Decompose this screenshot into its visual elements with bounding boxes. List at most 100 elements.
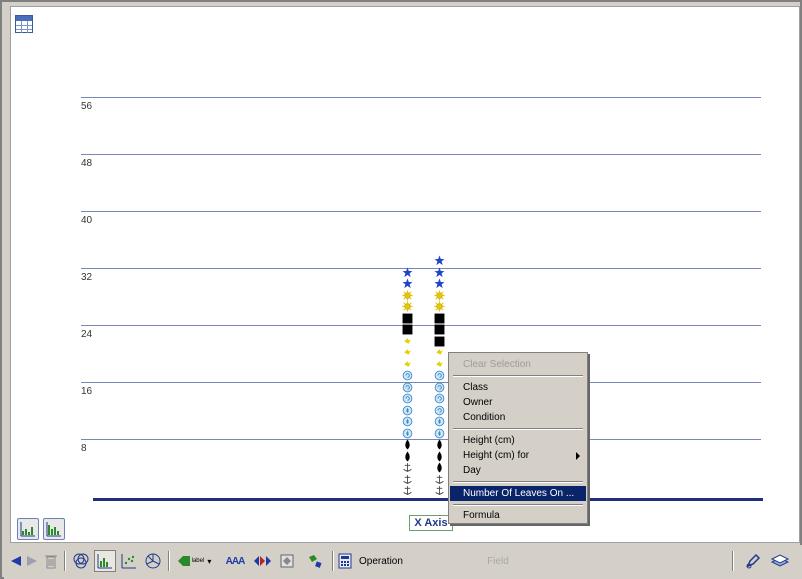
y-tick-label: 32 [81,272,93,283]
anchor-marker[interactable] [402,485,413,496]
grid-line [81,97,761,98]
arrow-right-icon [27,556,37,566]
menu-item-clear-selection[interactable]: Clear Selection [450,357,586,372]
spark-marker[interactable] [402,336,413,347]
menu-separator [453,481,583,483]
pie-button[interactable] [142,550,164,572]
anchor-marker[interactable] [434,485,445,496]
shape-icon [280,554,294,568]
drop-marker[interactable] [402,451,413,462]
dot-plot: 56 48 40 32 24 16 8 [11,7,801,544]
spark-marker[interactable] [434,359,445,370]
swirl-marker[interactable] [402,382,413,393]
grid-line [81,439,761,440]
spark-marker[interactable] [434,347,445,358]
menu-item-owner[interactable]: Owner [450,395,586,410]
operation-button[interactable]: Operation [338,550,428,572]
grid-line [81,382,761,383]
spark-marker[interactable] [402,347,413,358]
layers-button[interactable] [768,550,792,572]
menu-item-number-of-leaves[interactable]: Number Of Leaves On ... [450,486,586,501]
arrow-left-icon [11,556,21,566]
star-marker[interactable] [434,278,445,289]
bar-graph-icon [97,554,112,569]
drop-marker[interactable] [434,451,445,462]
bottom-toolbar: label ▾ AAA Operation Field [4,545,802,579]
y-tick-label: 16 [81,386,93,397]
y-tick-label: 56 [81,101,93,112]
sun-marker[interactable] [434,301,445,312]
waterdrop-marker[interactable] [434,416,445,427]
square-marker[interactable] [434,313,445,324]
edit-button[interactable] [742,550,764,572]
anchor-marker[interactable] [434,474,445,485]
label-button[interactable]: label ▾ [174,550,214,572]
bin-graph-button[interactable] [43,518,65,540]
waterdrop-marker[interactable] [402,416,413,427]
paint-icon [309,555,322,568]
square-marker[interactable] [434,324,445,335]
layers-icon [770,554,790,567]
menu-separator [453,504,583,506]
menu-item-day[interactable]: Day [450,463,586,478]
paint-button[interactable] [304,550,326,572]
sun-marker[interactable] [402,301,413,312]
text-size-button[interactable]: AAA [222,550,248,572]
swirl-marker[interactable] [434,382,445,393]
waterdrop-marker[interactable] [402,405,413,416]
submenu-arrow-icon [576,452,580,460]
swirl-marker[interactable] [402,370,413,381]
y-tick-label: 24 [81,329,93,340]
drop-marker[interactable] [434,462,445,473]
menu-item-label: Height (cm) for [463,450,530,461]
grid-line [81,268,761,269]
shape-button[interactable] [276,550,298,572]
text-size-icon: AAA [225,555,246,567]
grid-line [81,154,761,155]
trash-button[interactable] [42,550,60,572]
sun-marker[interactable] [434,289,445,301]
grid-line [81,325,761,326]
back-button[interactable] [8,550,24,572]
waterdrop-marker[interactable] [434,428,445,439]
x-axis-label[interactable]: X Axis [409,515,453,531]
pie-chart-icon [145,553,161,569]
anchor-marker[interactable] [402,462,413,473]
y-tick-label: 8 [81,443,87,454]
menu-item-formula[interactable]: Formula [450,508,586,523]
menu-separator [453,428,583,430]
square-marker[interactable] [434,336,445,347]
menu-item-class[interactable]: Class [450,380,586,395]
menu-item-height-for[interactable]: Height (cm) for [450,448,586,463]
venn-button[interactable] [70,550,92,572]
star-marker[interactable] [434,255,445,266]
menu-item-height[interactable]: Height (cm) [450,433,586,448]
spark-marker[interactable] [402,359,413,370]
swirl-marker[interactable] [402,393,413,404]
bar-graph-icon [20,522,35,537]
square-marker[interactable] [402,313,413,324]
swirl-marker[interactable] [434,370,445,381]
star-marker[interactable] [402,267,413,278]
drop-marker[interactable] [402,439,413,450]
color-button[interactable] [252,550,274,572]
plot-canvas[interactable]: 56 48 40 32 24 16 8 X Axis [10,6,800,543]
scatter-plot-icon [121,554,136,569]
sun-marker[interactable] [402,289,413,301]
star-marker[interactable] [434,267,445,278]
scatter-button[interactable] [118,550,140,572]
menu-item-condition[interactable]: Condition [450,410,586,425]
swirl-marker[interactable] [434,393,445,404]
star-marker[interactable] [402,278,413,289]
forward-button[interactable] [24,550,40,572]
toolbar-separator [332,551,334,571]
y-tick-label: 48 [81,158,93,169]
drop-marker[interactable] [434,439,445,450]
bar-graph-button[interactable] [94,550,116,572]
x-axis-line [93,498,763,501]
stack-graph-button[interactable] [17,518,39,540]
anchor-marker[interactable] [402,474,413,485]
waterdrop-marker[interactable] [402,428,413,439]
swirl-marker[interactable] [434,405,445,416]
square-marker[interactable] [402,324,413,335]
